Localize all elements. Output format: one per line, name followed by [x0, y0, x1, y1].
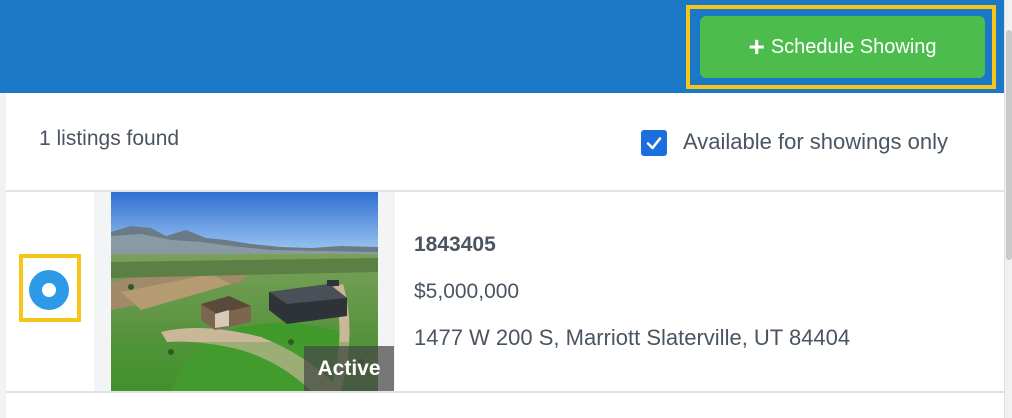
next-listing-area: [6, 393, 1004, 418]
mls-number[interactable]: 1843405: [414, 233, 496, 257]
results-count: 1 listings found: [39, 127, 180, 150]
schedule-showing-label: Schedule Showing: [770, 35, 937, 58]
plus-icon: +: [748, 31, 765, 62]
checkmark-icon: [646, 137, 662, 150]
listing-address: 1477 W 200 S, Marriott Slaterville, UT 8…: [414, 325, 851, 350]
available-for-showings-checkbox[interactable]: [641, 130, 667, 156]
scrollbar-thumb[interactable]: [1006, 30, 1012, 260]
status-badge: Active: [304, 346, 394, 391]
app-frame: + Schedule Showing 1 listings found Avai…: [0, 0, 1012, 418]
vertical-scrollbar[interactable]: [1004, 0, 1012, 418]
listing-select-radio[interactable]: [29, 270, 69, 310]
radio-selected-dot: [42, 283, 56, 297]
available-for-showings-label[interactable]: Available for showings only: [683, 129, 948, 155]
schedule-showing-button[interactable]: + Schedule Showing: [700, 16, 985, 78]
listing-price: $5,000,000: [414, 280, 520, 303]
